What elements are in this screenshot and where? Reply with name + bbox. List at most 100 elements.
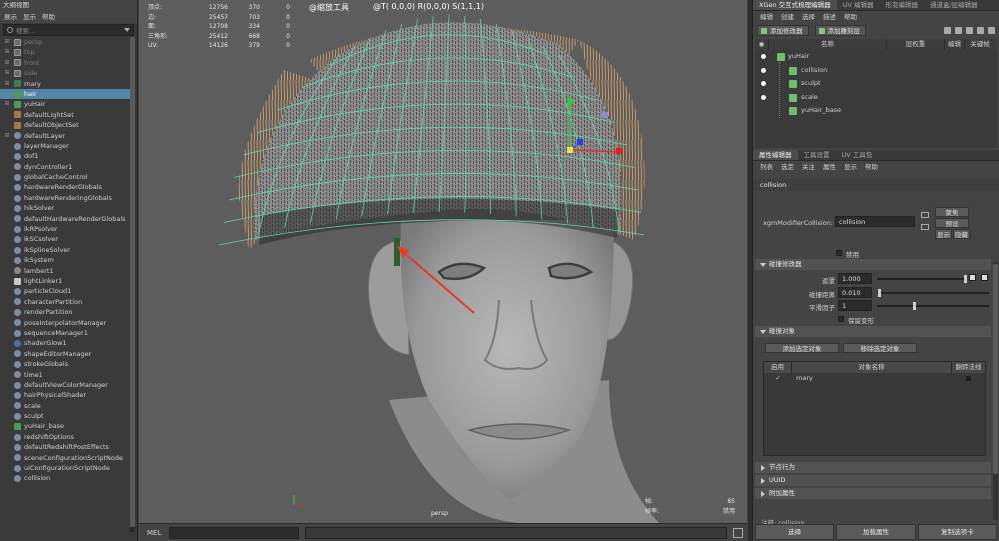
outliner-item-iksystem[interactable]: ikSystem xyxy=(0,255,130,265)
outliner-item-hiksolver[interactable]: hikSolver xyxy=(0,203,130,213)
outliner-item-front[interactable]: ⊞ front xyxy=(0,58,130,68)
outliner-item-globalcachecontrol[interactable]: globalCacheControl xyxy=(0,172,130,182)
outliner-menu-show[interactable]: 显示 xyxy=(23,11,36,23)
mel-input[interactable] xyxy=(169,526,299,539)
outliner-item-defaultviewcolormanager[interactable]: defaultViewColorManager xyxy=(0,380,130,390)
attr-scrollbar[interactable] xyxy=(993,262,998,520)
smooth-factor-slider[interactable] xyxy=(877,302,989,310)
table-row[interactable]: ✓ mary xyxy=(764,373,985,384)
section-collision-modifier[interactable]: 碰撞修改器 xyxy=(755,259,991,270)
outliner-item-dof1[interactable]: dof1 xyxy=(0,151,130,161)
chevron-down-icon[interactable] xyxy=(124,28,130,32)
outliner-item-ikrpsolver[interactable]: ikRPsolver xyxy=(0,224,130,234)
paint-icon[interactable] xyxy=(981,274,988,281)
outliner-item-side[interactable]: ⊞ side xyxy=(0,68,130,78)
section-collision-objects[interactable]: 碰撞对象 xyxy=(755,326,991,337)
outliner-menu-display[interactable]: 展示 xyxy=(4,11,17,23)
expand-icon[interactable]: ⊞ xyxy=(0,68,14,78)
xgen-menu-create[interactable]: 创建 xyxy=(781,11,794,23)
outliner-search-input[interactable]: 搜索... xyxy=(3,24,134,36)
load-attributes-button[interactable]: 加载属性 xyxy=(836,524,916,540)
outliner-item-sceneconfigurationscriptnode[interactable]: sceneConfigurationScriptNode xyxy=(0,453,130,463)
row-flip-normals[interactable] xyxy=(952,373,985,384)
outliner-item-sequencemanager1[interactable]: sequenceManager1 xyxy=(0,328,130,338)
smooth-factor-field[interactable]: 1 xyxy=(838,300,872,311)
outliner-item-collision[interactable]: collision xyxy=(0,473,130,483)
outliner-item-persp[interactable]: ⊞ persp xyxy=(0,37,130,47)
expand-icon[interactable]: ⊞ xyxy=(0,47,14,57)
attr-menu-focus[interactable]: 关注 xyxy=(802,161,815,173)
outliner-item-hardwarerenderglobals[interactable]: hardwareRenderGlobals xyxy=(0,182,130,192)
modifier-item-yuhair_base[interactable]: yuHair_base xyxy=(755,104,997,118)
visibility-dot-icon[interactable] xyxy=(761,81,766,86)
outliner-item-iksplinesolver[interactable]: ikSplineSolver xyxy=(0,245,130,255)
expand-icon[interactable]: ⊞ xyxy=(0,58,14,68)
eye-icon[interactable]: ◉ xyxy=(755,39,769,50)
outliner-item-yuhair[interactable]: ⊞ yuHair xyxy=(0,99,130,109)
outliner-item-defaultredshiftposteffects[interactable]: defaultRedshiftPostEffects xyxy=(0,442,130,452)
tab-shape-editor[interactable]: 形变编辑器 xyxy=(879,0,924,10)
outliner-item-top[interactable]: ⊞ top xyxy=(0,47,130,57)
tab-uv-editor[interactable]: UV 编辑器 xyxy=(837,0,880,10)
column-enabled[interactable]: 启用 xyxy=(764,362,792,373)
remove-selected-objects-button[interactable]: 移除选定对象 xyxy=(843,343,917,353)
outliner-menu-help[interactable]: 帮助 xyxy=(42,11,55,23)
folder-save-icon[interactable] xyxy=(977,26,984,34)
viewport-scene[interactable] xyxy=(139,0,747,523)
disable-checkbox[interactable] xyxy=(836,250,842,256)
outliner-scroll-thumb[interactable] xyxy=(130,37,135,527)
outliner-item-defaultlayer[interactable]: ⊞ defaultLayer xyxy=(0,131,130,141)
visibility-dot-icon[interactable] xyxy=(761,54,766,59)
attr-menu-list[interactable]: 列表 xyxy=(760,161,773,173)
section-node-behavior[interactable]: 节点行为 xyxy=(755,462,991,473)
smooth-factor-slider-knob[interactable] xyxy=(912,302,916,310)
show-button[interactable]: 显示 xyxy=(935,229,952,239)
outliner-item-defaulthardwarerenderglobals[interactable]: defaultHardwareRenderGlobals xyxy=(0,214,130,224)
outliner-item-dyncontroller1[interactable]: dynController1 xyxy=(0,162,130,172)
hide-button[interactable]: 隐藏 xyxy=(953,229,970,239)
outliner-item-lambert1[interactable]: lambert1 xyxy=(0,266,130,276)
section-extra-attributes[interactable]: 附加属性 xyxy=(755,488,991,499)
modifier-item-yuhair[interactable]: yuHair xyxy=(755,50,997,64)
speaker-icon[interactable] xyxy=(944,26,951,34)
xgen-menu-help[interactable]: 帮助 xyxy=(844,11,857,23)
outliner-item-poseinterpolatormanager[interactable]: poseInterpolatorManager xyxy=(0,318,130,328)
xgen-menu-description[interactable]: 描述 xyxy=(823,11,836,23)
tab-tool-settings[interactable]: 工具设置 xyxy=(798,150,836,160)
speaker-mute-icon[interactable] xyxy=(955,26,962,34)
tab-xgen-groom-editor[interactable]: XGen 交互式梳理编辑器 xyxy=(753,0,837,10)
outliner-item-yuhair_base[interactable]: yuHair_base xyxy=(0,421,130,431)
add-sculpt-layer-button[interactable]: 添加雕刻层 xyxy=(814,24,866,36)
expand-icon[interactable]: ⊞ xyxy=(0,37,14,47)
expand-icon[interactable]: ⊞ xyxy=(0,79,14,89)
tab-channel-box[interactable]: 通道盒/层编辑器 xyxy=(924,0,984,10)
mel-label[interactable]: MEL xyxy=(139,529,167,537)
viewport-persp[interactable]: 顶点: 12756 370 0 边: 25457 703 0 面: 12708 334 0 三角形: 25… xyxy=(139,0,747,523)
tab-attribute-editor[interactable]: 属性编辑器 xyxy=(753,150,798,160)
row-enabled-check[interactable]: ✓ xyxy=(764,373,792,384)
column-edit[interactable]: 编辑 xyxy=(945,39,965,50)
expand-icon[interactable]: ⊞ xyxy=(0,131,14,141)
preset-arrow-icon[interactable] xyxy=(921,224,929,230)
outliner-item-defaultobjectset[interactable]: defaultObjectSet xyxy=(0,120,130,130)
outliner-item-redshiftoptions[interactable]: redshiftOptions xyxy=(0,432,130,442)
copy-tab-button[interactable]: 复制选项卡 xyxy=(917,524,997,540)
outliner-item-particlecloud1[interactable]: particleCloud1 xyxy=(0,286,130,296)
mask-slider-knob[interactable] xyxy=(964,275,967,283)
attr-menu-help[interactable]: 帮助 xyxy=(865,161,878,173)
select-button[interactable]: 选择 xyxy=(755,524,835,540)
outliner-item-ikscsolver[interactable]: ikSCsolver xyxy=(0,234,130,244)
column-layer-weight[interactable]: 层权重 xyxy=(887,39,945,50)
outliner-item-hairphysicalshader[interactable]: hairPhysicalShader xyxy=(0,390,130,400)
focus-arrow-icon[interactable] xyxy=(921,212,929,218)
node-name-field[interactable]: collision xyxy=(835,216,915,227)
outliner-item-scale[interactable]: scale xyxy=(0,401,130,411)
outliner-item-sculpt[interactable]: sculpt xyxy=(0,411,130,421)
outliner-item-hair[interactable]: hair xyxy=(0,88,130,100)
folder-icon[interactable] xyxy=(966,26,973,34)
attr-menu-show[interactable]: 显示 xyxy=(844,161,857,173)
outliner-item-characterpartition[interactable]: characterPartition xyxy=(0,297,130,307)
modifier-item-collision[interactable]: collision xyxy=(755,64,997,78)
modifier-item-sculpt[interactable]: sculpt xyxy=(755,77,997,91)
xgen-menu-edit[interactable]: 编辑 xyxy=(760,11,773,23)
